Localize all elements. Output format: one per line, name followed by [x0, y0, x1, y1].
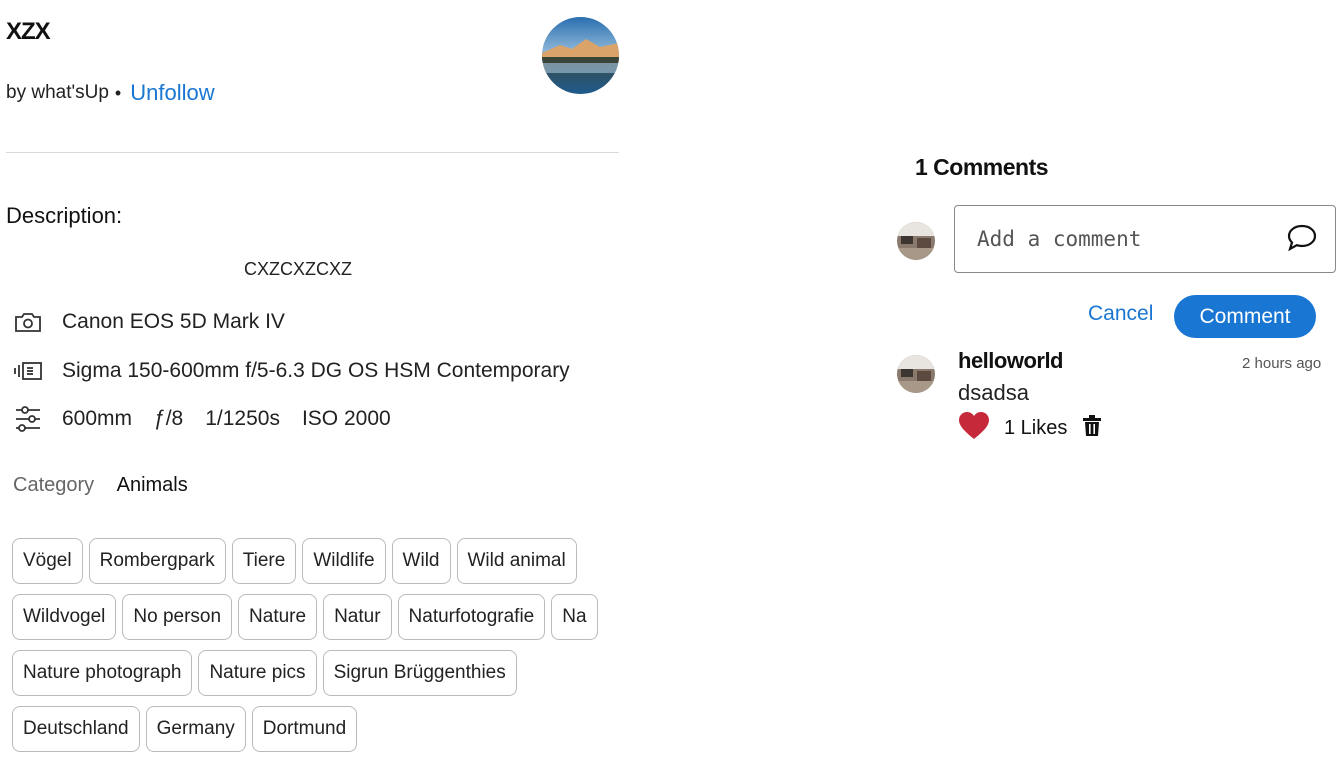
camera-icon	[12, 308, 44, 336]
aperture: ƒ/8	[154, 407, 184, 430]
heart-icon[interactable]	[958, 411, 990, 446]
description-text: CXZCXZCXZ	[244, 259, 352, 279]
tag-row: Wildvogel No person Nature Natur Naturfo…	[12, 594, 622, 640]
comment-username[interactable]: helloworld	[958, 348, 1064, 374]
description-label: Description:	[6, 203, 123, 228]
shutter-speed: 1/1250s	[205, 407, 280, 430]
category: Category Animals	[13, 474, 188, 497]
tag-chip[interactable]: Naturfotografie	[397, 594, 546, 640]
comment-input[interactable]	[975, 226, 1287, 252]
current-user-avatar	[897, 222, 935, 260]
lens-row: Sigma 150-600mm f/5-6.3 DG OS HSM Contem…	[12, 357, 570, 385]
tag-chip[interactable]: Sigrun Brüggenthies	[322, 650, 517, 696]
comment-text: dsadsa	[958, 380, 1029, 405]
tag-chip[interactable]: No person	[122, 594, 233, 640]
exif-row: 600mm ƒ/8 1/1250s ISO 2000	[12, 405, 413, 433]
tag-chip[interactable]: Wild animal	[456, 538, 577, 584]
focal-length: 600mm	[62, 407, 133, 430]
tag-chip[interactable]: Vögel	[12, 538, 83, 584]
comment-input-box[interactable]	[954, 205, 1336, 273]
submit-comment-button[interactable]: Comment	[1174, 295, 1316, 338]
category-value[interactable]: Animals	[117, 474, 188, 496]
cancel-button[interactable]: Cancel	[1088, 302, 1153, 326]
tag-chip[interactable]: Natur	[323, 594, 392, 640]
tag-chip[interactable]: Rombergpark	[88, 538, 226, 584]
tag-row: Vögel Rombergpark Tiere Wildlife Wild Wi…	[12, 538, 622, 584]
comment-timestamp: 2 hours ago	[1242, 355, 1322, 372]
camera-row: Canon EOS 5D Mark IV	[12, 308, 285, 336]
comment-actions: 1 Likes	[958, 411, 1102, 446]
tag-chip[interactable]: Germany	[145, 706, 246, 752]
tag-chip[interactable]: Wildvogel	[12, 594, 117, 640]
tag-chip[interactable]: Wild	[391, 538, 451, 584]
tag-chip[interactable]: Dortmund	[251, 706, 358, 752]
camera-model: Canon EOS 5D Mark IV	[62, 310, 285, 333]
tag-chip[interactable]: Wildlife	[302, 538, 386, 584]
author-line: by what'sUp • Unfollow	[6, 80, 215, 106]
unfollow-button[interactable]: Unfollow	[130, 80, 214, 106]
lens-icon	[12, 357, 44, 385]
author-label[interactable]: by what'sUp	[6, 82, 109, 104]
tag-chip[interactable]: Na	[551, 594, 598, 640]
tag-row: Deutschland Germany Dortmund	[12, 706, 622, 752]
header-divider	[6, 152, 619, 153]
tag-chip[interactable]: Tiere	[231, 538, 297, 584]
tag-chip[interactable]: Nature pics	[198, 650, 317, 696]
category-label: Category	[13, 474, 95, 496]
tag-row: Nature photograph Nature pics Sigrun Brü…	[12, 650, 622, 696]
author-avatar[interactable]	[542, 17, 619, 94]
post-title: XZX	[6, 18, 51, 45]
tag-chip[interactable]: Nature	[238, 594, 318, 640]
iso: ISO 2000	[301, 407, 391, 430]
like-count: 1 Likes	[1004, 417, 1068, 439]
trash-icon[interactable]	[1083, 415, 1102, 442]
tag-list: Vögel Rombergpark Tiere Wildlife Wild Wi…	[12, 538, 622, 762]
separator-dot: •	[114, 82, 122, 103]
tag-chip[interactable]: Nature photograph	[12, 650, 193, 696]
commenter-avatar[interactable]	[897, 355, 935, 393]
sliders-icon	[12, 405, 44, 433]
chat-bubble-icon[interactable]	[1287, 223, 1317, 256]
comments-count: 1 Comments	[915, 154, 1049, 180]
tag-chip[interactable]: Deutschland	[12, 706, 140, 752]
lens-model: Sigma 150-600mm f/5-6.3 DG OS HSM Contem…	[62, 359, 570, 382]
